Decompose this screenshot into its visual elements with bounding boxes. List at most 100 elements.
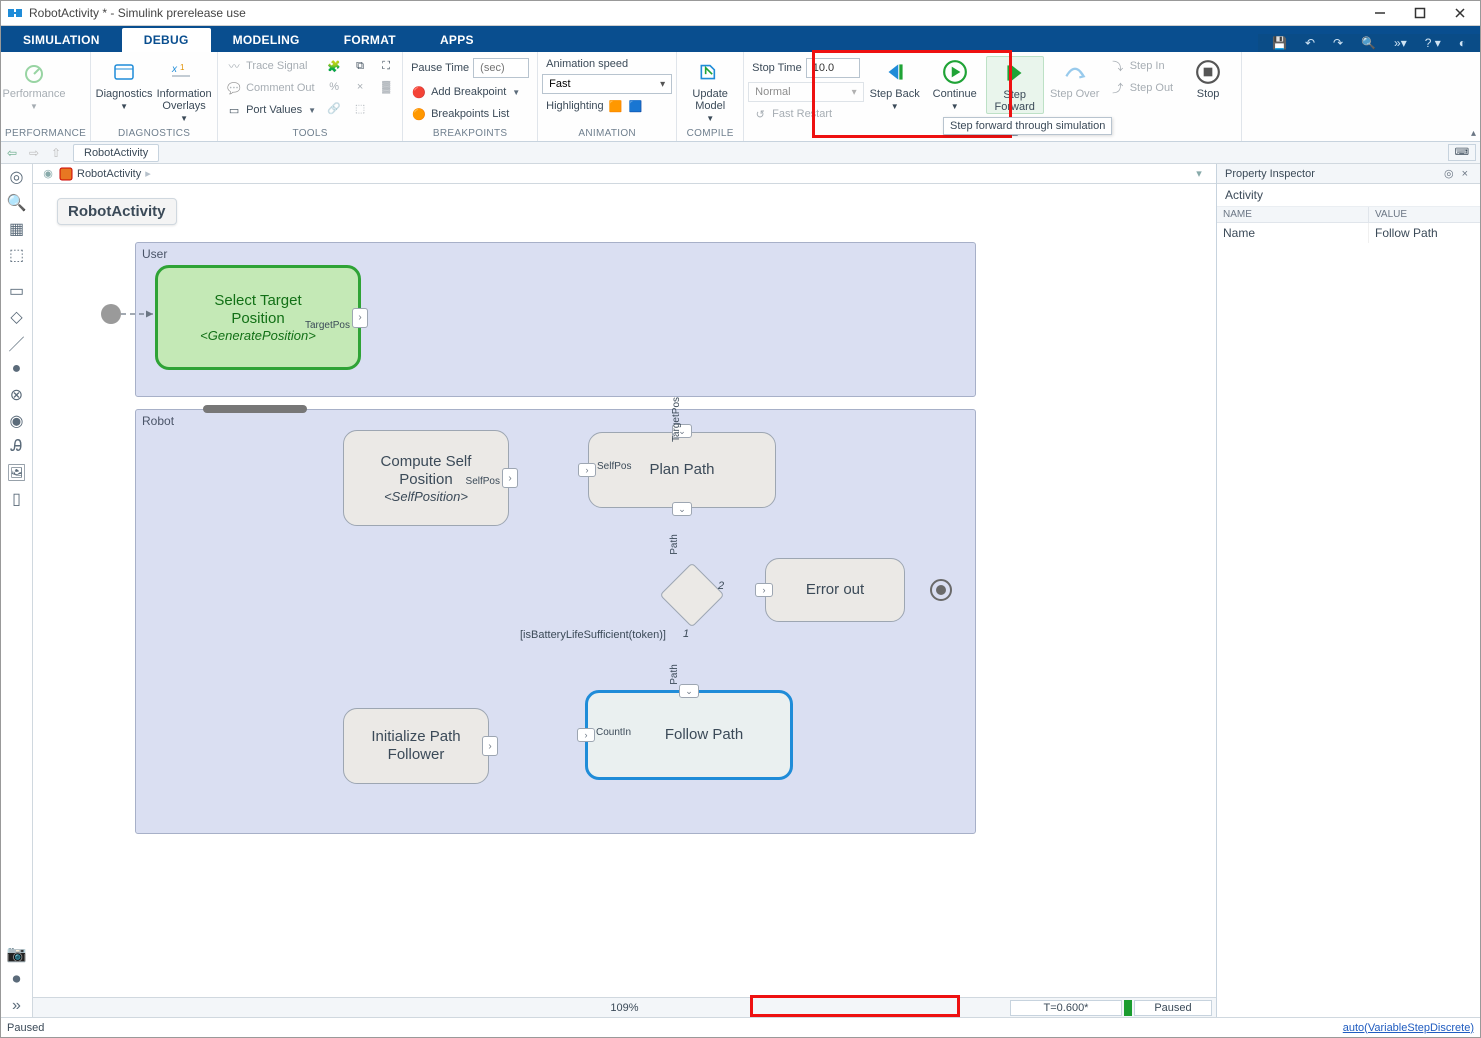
record-icon[interactable]: ⏺ (6, 969, 28, 991)
chart-canvas[interactable]: RobotActivity User Robot (33, 184, 1216, 997)
highlighting-button[interactable]: Highlighting🟧🟦 (542, 96, 672, 116)
group-performance: Performance ▼ PERFORMANCE (1, 52, 91, 141)
sim-time-box: T=0.600* (1010, 1000, 1122, 1016)
final-node[interactable] (930, 579, 952, 601)
node-select-target[interactable]: Select TargetPosition <GeneratePosition>… (155, 265, 361, 370)
rect-outline-icon[interactable]: ▯ (6, 488, 28, 510)
nav-forward-icon: ⇨ (23, 143, 45, 163)
model-tab[interactable]: RobotActivity (73, 144, 159, 162)
step-forward-button[interactable]: Step Forward (986, 56, 1044, 114)
rect-tool-icon[interactable]: ▭ (6, 280, 28, 302)
redo-icon[interactable]: ↷ (1327, 34, 1349, 52)
search-icon[interactable]: 🔍 (1355, 34, 1382, 52)
stop-button[interactable]: Stop (1179, 56, 1237, 100)
node-plan-path[interactable]: Plan Path › ⌄ ⌄ SelfPos (588, 432, 776, 508)
close-button[interactable] (1440, 1, 1480, 25)
canvas-tool-b[interactable]: ⬚ (6, 244, 28, 266)
tab-simulation[interactable]: SIMULATION (1, 28, 122, 52)
dot-target-icon[interactable]: ◉ (6, 410, 28, 432)
tool-icon-8: ▓ (374, 77, 398, 97)
help-icon[interactable]: ? ▾ (1419, 34, 1447, 52)
crumb-arrow-icon[interactable]: ▸ (145, 167, 151, 180)
tab-debug[interactable]: DEBUG (122, 28, 211, 52)
maximize-button[interactable] (1400, 1, 1440, 25)
more-tools-icon[interactable]: » (6, 995, 28, 1017)
fork-bar[interactable] (203, 405, 307, 413)
dot-filled-icon[interactable]: ● (6, 358, 28, 380)
window-buttons (1360, 1, 1480, 25)
inspector-close-icon[interactable]: × (1458, 168, 1472, 180)
crumb-dropdown-icon[interactable]: ◉ (39, 165, 57, 183)
inspector-headers: NAME VALUE (1217, 207, 1480, 223)
image-tool-icon[interactable]: 🖼 (6, 462, 28, 484)
tool-icon-6: ⬚ (348, 98, 372, 118)
anim-speed-select[interactable]: Fast (542, 74, 672, 94)
inspector-titlebar: Property Inspector ◎ × (1217, 164, 1480, 184)
tool-icon-7[interactable]: ⛶ (374, 56, 398, 76)
update-model-button[interactable]: Update Model ▼ (681, 56, 739, 123)
pin-top[interactable]: ⌄ (679, 684, 699, 698)
dot-cross-icon[interactable]: ⊗ (6, 384, 28, 406)
ribbon-collapse-icon[interactable]: ▴ (1471, 128, 1476, 139)
canvas-tool-a[interactable]: ▦ (6, 218, 28, 240)
guard-label: [isBatteryLifeSufficient(token)] (520, 629, 666, 641)
step-out-icon: ⤴ (1110, 80, 1126, 96)
canvas[interactable]: ◉ RobotActivity ▸ ▾ RobotActivity User R… (33, 164, 1216, 1017)
info-overlays-button[interactable]: x1 Information Overlays ▼ (155, 56, 213, 123)
branch-2-label: 2 (718, 580, 724, 592)
pin-in[interactable]: › (577, 728, 595, 742)
group-compile: Update Model ▼ COMPILE (677, 52, 744, 141)
tab-format[interactable]: FORMAT (322, 28, 418, 52)
pin-in[interactable]: › (755, 583, 773, 597)
pause-time-input[interactable] (473, 58, 529, 78)
pin-bottom[interactable]: ⌄ (672, 502, 692, 516)
pin-out[interactable]: › (482, 736, 498, 756)
diagnostics-button[interactable]: Diagnostics ▼ (95, 56, 153, 111)
save-icon[interactable]: 💾 (1266, 34, 1293, 52)
minimize-button[interactable] (1360, 1, 1400, 25)
ribbon: Performance ▼ PERFORMANCE Diagnostics ▼ … (1, 52, 1480, 142)
breakpoints-list-button[interactable]: 🟠Breakpoints List (407, 104, 533, 124)
canvas-statusbar: 109% T=0.600* Paused (33, 997, 1216, 1017)
inspector-row-name[interactable]: Name Follow Path (1217, 223, 1480, 243)
fit-view-icon[interactable]: ◎ (6, 166, 28, 188)
group-breakpoints: Pause Time 🔴Add Breakpoint▼ 🟠Breakpoints… (403, 52, 538, 141)
pin-out[interactable]: › (502, 468, 518, 488)
highlight-status (750, 995, 960, 1017)
toolstrip-menu-icon[interactable]: »▾ (1388, 34, 1413, 52)
pin-in[interactable]: › (578, 463, 596, 477)
screenshot-icon[interactable]: 📷 (6, 943, 28, 965)
port-values-button[interactable]: ▭Port Values▼ (222, 100, 320, 120)
zoom-icon[interactable]: 🔍 (6, 192, 28, 214)
tab-modeling[interactable]: MODELING (211, 28, 322, 52)
tab-apps[interactable]: APPS (418, 28, 496, 52)
nav-back-icon[interactable]: ⇦ (1, 143, 23, 163)
tool-icon-1[interactable]: 🧩 (322, 56, 346, 76)
tool-icon-4[interactable]: ⧉ (348, 56, 372, 76)
pin-out[interactable]: › (352, 308, 368, 328)
step-back-button[interactable]: Step Back▼ (866, 56, 924, 111)
initial-node[interactable] (101, 304, 121, 324)
node-follow-path[interactable]: Follow Path › ⌄ CountIn (585, 690, 793, 780)
line-tool-icon[interactable]: ／ (6, 332, 28, 354)
undo-icon[interactable]: ↶ (1299, 34, 1321, 52)
crumb-root[interactable]: RobotActivity (73, 168, 145, 180)
inspector-subtitle: Activity (1217, 184, 1480, 207)
text-tool-icon[interactable]: Ꭿ (6, 436, 28, 458)
stop-time-input[interactable] (806, 58, 860, 78)
quick-access: 💾 ↶ ↷ 🔍 »▾ ? ▾ ◐ (1258, 34, 1480, 52)
node-error-out[interactable]: Error out › (765, 558, 905, 622)
continue-button[interactable]: Continue▼ (926, 56, 984, 111)
label-path-2: Path (669, 664, 680, 685)
inspector-pin-icon[interactable]: ◎ (1440, 167, 1458, 180)
svg-text:x: x (171, 64, 178, 75)
tool-icon-2: % (322, 77, 346, 97)
group-tools: 〰Trace Signal 💬Comment Out ▭Port Values▼… (218, 52, 403, 141)
diamond-tool-icon[interactable]: ◇ (6, 306, 28, 328)
add-breakpoint-button[interactable]: 🔴Add Breakpoint▼ (407, 82, 533, 102)
keyboard-icon[interactable]: ⌨ (1448, 144, 1476, 161)
settings-icon[interactable]: ◐ (1453, 34, 1472, 52)
node-init-follower[interactable]: Initialize PathFollower › (343, 708, 489, 784)
crumb-dropdown2-icon[interactable]: ▾ (1190, 165, 1208, 183)
node-compute-self[interactable]: Compute SelfPosition <SelfPosition> › Se… (343, 430, 509, 526)
